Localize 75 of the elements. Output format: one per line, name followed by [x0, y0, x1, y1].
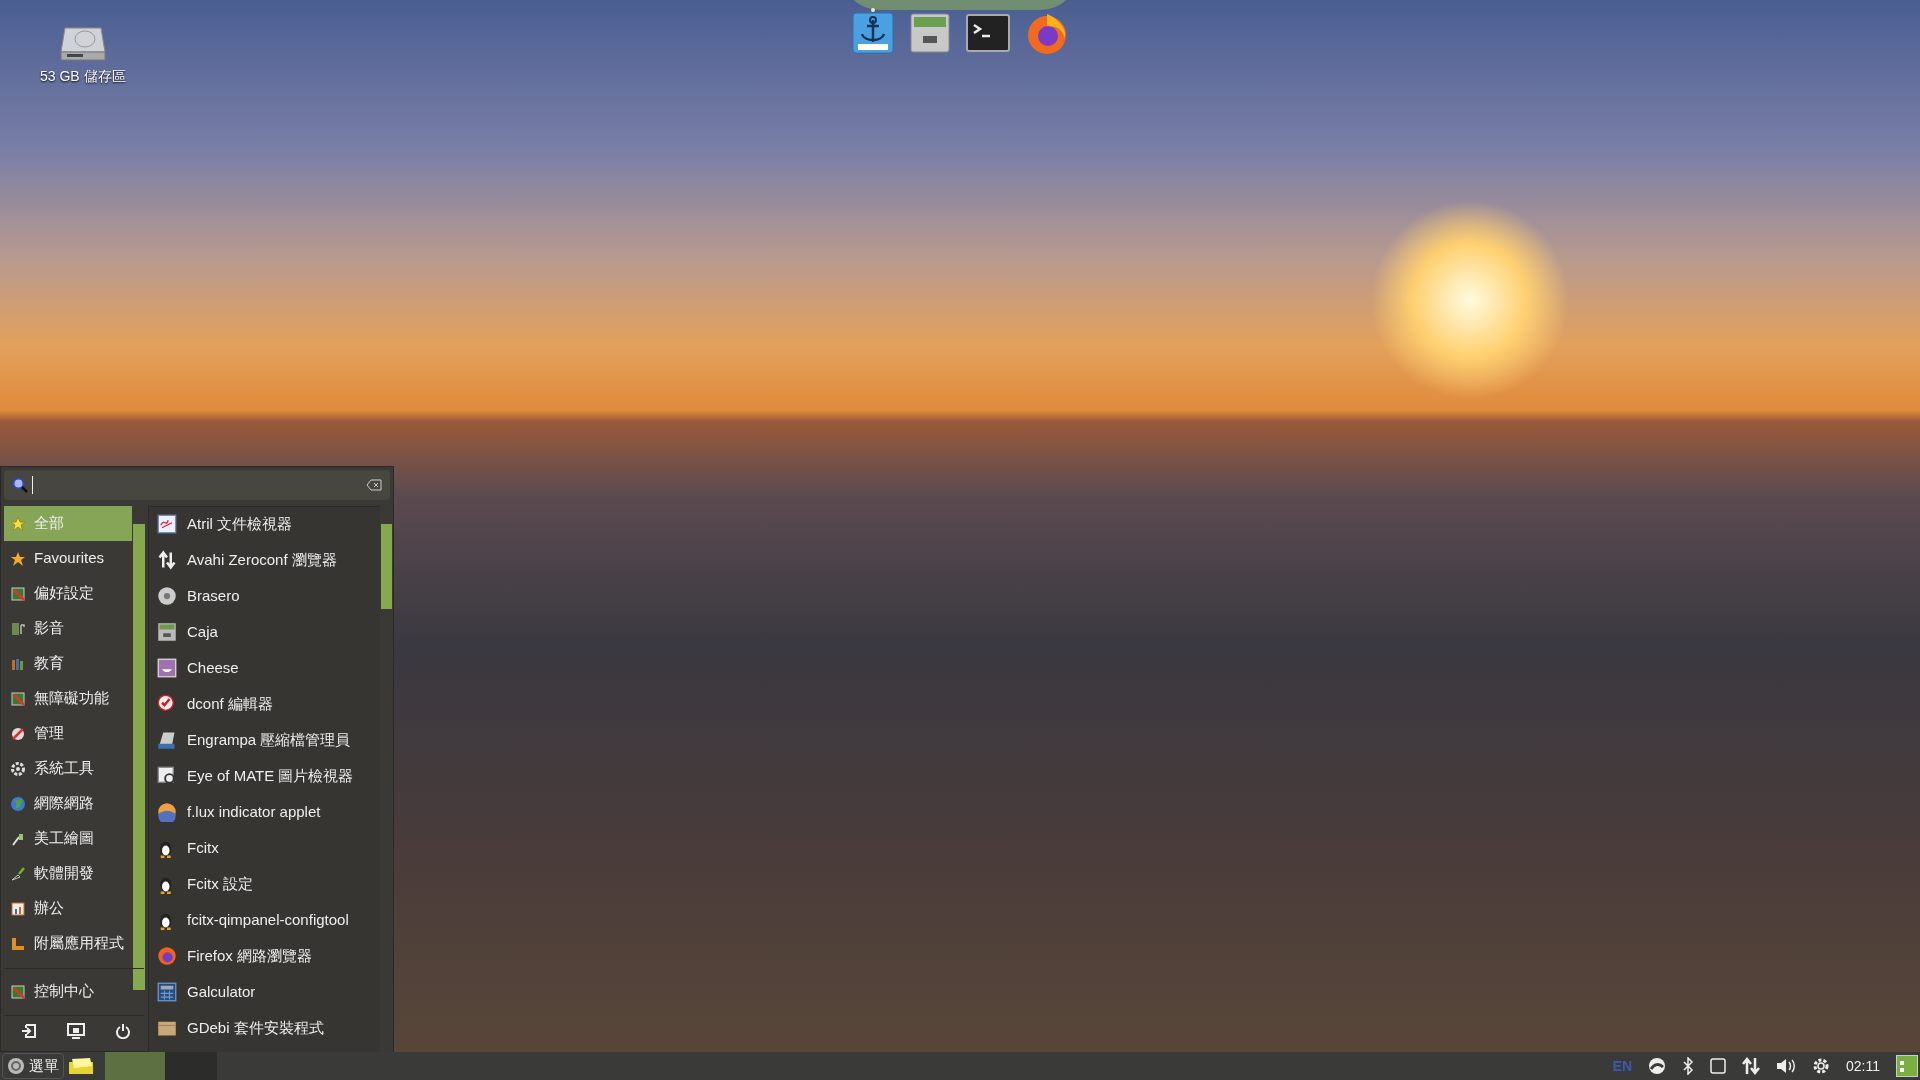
app-item[interactable]: Engrampa 壓縮檔管理員 — [153, 722, 379, 758]
category-item[interactable]: 系統工具 — [4, 751, 132, 786]
app-item[interactable]: Atril 文件檢視器 — [153, 506, 379, 542]
window-icon[interactable] — [1710, 1058, 1726, 1074]
app-item[interactable]: Fcitx 設定 — [153, 866, 379, 902]
app-item[interactable]: GDebi 套件安裝程式 — [153, 1010, 379, 1046]
file-cabinet-icon — [157, 622, 177, 642]
anchor-icon[interactable] — [851, 12, 894, 54]
scrollbar-thumb[interactable] — [133, 524, 145, 990]
wrench-window-icon — [10, 690, 26, 707]
logout-icon[interactable] — [21, 1023, 37, 1039]
globe-icon[interactable] — [1648, 1057, 1666, 1075]
clock[interactable]: 02:11 — [1846, 1055, 1880, 1077]
category-item[interactable]: 附屬應用程式 — [4, 926, 132, 961]
volume-icon[interactable] — [1776, 1058, 1796, 1074]
app-item[interactable]: Cheese — [153, 650, 379, 686]
lock-screen-icon[interactable] — [67, 1023, 85, 1039]
category-item[interactable]: 美工繪圖 — [4, 821, 132, 856]
show-desktop-button[interactable] — [1896, 1055, 1918, 1077]
film-note-icon — [10, 620, 26, 637]
settings-icon[interactable] — [1812, 1057, 1830, 1075]
globe-icon — [10, 795, 26, 812]
star-icon — [10, 515, 26, 532]
category-item[interactable]: 辦公 — [4, 891, 132, 926]
app-item[interactable]: Fcitx — [153, 830, 379, 866]
category-item[interactable]: 無障礙功能 — [4, 681, 132, 716]
folder-icon[interactable] — [68, 1057, 94, 1075]
chart-icon — [10, 900, 26, 917]
app-item[interactable]: Caja — [153, 614, 379, 650]
archive-icon — [157, 730, 177, 750]
bluetooth-icon[interactable] — [1682, 1057, 1694, 1075]
wrench-window-icon — [10, 585, 26, 602]
network-arrows-icon[interactable] — [1742, 1057, 1760, 1075]
check-icon — [157, 694, 177, 714]
category-item[interactable]: 軟體開發 — [4, 856, 132, 891]
category-item[interactable]: 網際網路 — [4, 786, 132, 821]
clear-icon[interactable] — [366, 479, 382, 491]
category-item[interactable]: Favourites — [4, 541, 132, 576]
category-item[interactable]: 控制中心 — [4, 974, 132, 1009]
scrollbar-thumb[interactable] — [381, 524, 392, 609]
search-icon — [12, 477, 28, 493]
category-item[interactable]: 管理 — [4, 716, 132, 751]
app-item[interactable]: Brasero — [153, 578, 379, 614]
terminal-icon[interactable] — [965, 14, 1010, 52]
sunset-circle-icon — [157, 802, 177, 822]
category-item[interactable]: 教育 — [4, 646, 132, 681]
app-item[interactable]: Eye of MATE 圖片檢視器 — [153, 758, 379, 794]
desktop-icon-label[interactable]: 53 GB 儲存區 — [40, 66, 126, 87]
picture-icon — [157, 766, 177, 786]
power-icon[interactable] — [115, 1023, 131, 1039]
category-item[interactable]: 偏好設定 — [4, 576, 132, 611]
app-item[interactable]: Avahi Zeroconf 瀏覽器 — [153, 542, 379, 578]
workspace-switcher[interactable] — [105, 1052, 165, 1080]
ruler-icon — [10, 935, 26, 952]
search-field[interactable] — [4, 470, 390, 500]
face-icon — [157, 658, 177, 678]
star-icon — [10, 550, 26, 567]
document-icon — [157, 514, 177, 534]
file-cabinet-icon[interactable] — [908, 12, 951, 54]
hard-drive-icon — [58, 26, 107, 62]
logo-icon — [7, 1057, 25, 1075]
firefox-icon — [157, 946, 177, 966]
menu-button[interactable]: 選單 — [2, 1053, 64, 1079]
gear-icon — [10, 760, 26, 777]
workspace-switcher[interactable] — [165, 1052, 217, 1080]
arrows-icon — [157, 550, 177, 570]
calculator-icon — [157, 982, 177, 1002]
app-item[interactable]: dconf 編輯器 — [153, 686, 379, 722]
app-item[interactable]: fcitx-qimpanel-configtool — [153, 902, 379, 938]
disc-icon — [157, 586, 177, 606]
category-item[interactable]: 影音 — [4, 611, 132, 646]
wrench-window-icon — [10, 983, 26, 1000]
app-item[interactable]: Galculator — [153, 974, 379, 1010]
app-item[interactable]: f.lux indicator applet — [153, 794, 379, 830]
app-item[interactable]: Firefox 網路瀏覽器 — [153, 938, 379, 974]
